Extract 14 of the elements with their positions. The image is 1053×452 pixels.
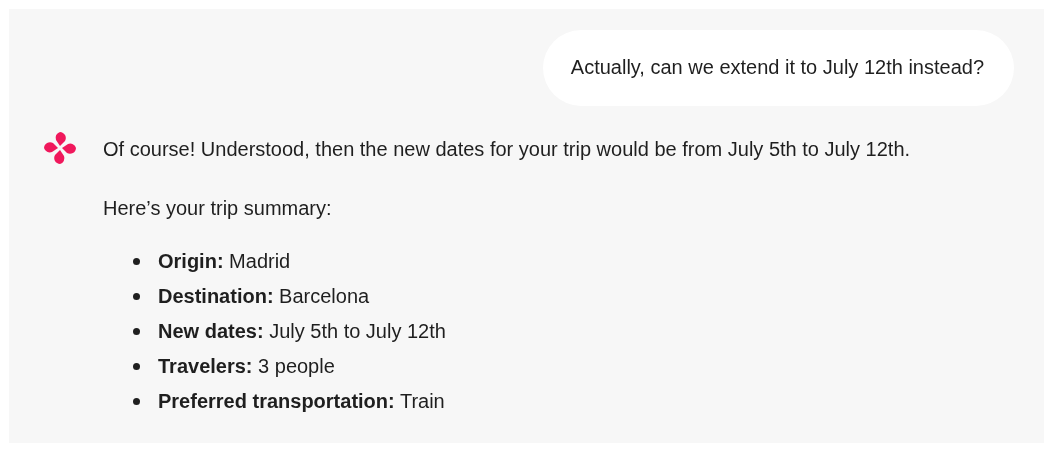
- summary-item: Travelers: 3 people: [158, 355, 335, 378]
- bullet-icon: [133, 258, 140, 265]
- logo-icon: [42, 130, 78, 166]
- bullet-icon: [133, 363, 140, 370]
- bullet-icon: [133, 398, 140, 405]
- user-message: Actually, can we extend it to July 12th instead?: [542, 30, 1014, 106]
- summary-item: Preferred transportation: Train: [158, 390, 445, 413]
- summary-item: New dates: July 5th to July 12th: [158, 320, 446, 343]
- summary-item: Origin: Madrid: [158, 250, 291, 273]
- message-text: Here’s your trip summary:: [103, 197, 333, 220]
- message-text: Of course! Understood, then the new dates for your trip would be from July 5th to July 12th.: [103, 138, 911, 161]
- bullet-icon: [133, 293, 140, 300]
- bullet-icon: [133, 328, 140, 335]
- summary-item: Destination: Barcelona: [158, 285, 370, 308]
